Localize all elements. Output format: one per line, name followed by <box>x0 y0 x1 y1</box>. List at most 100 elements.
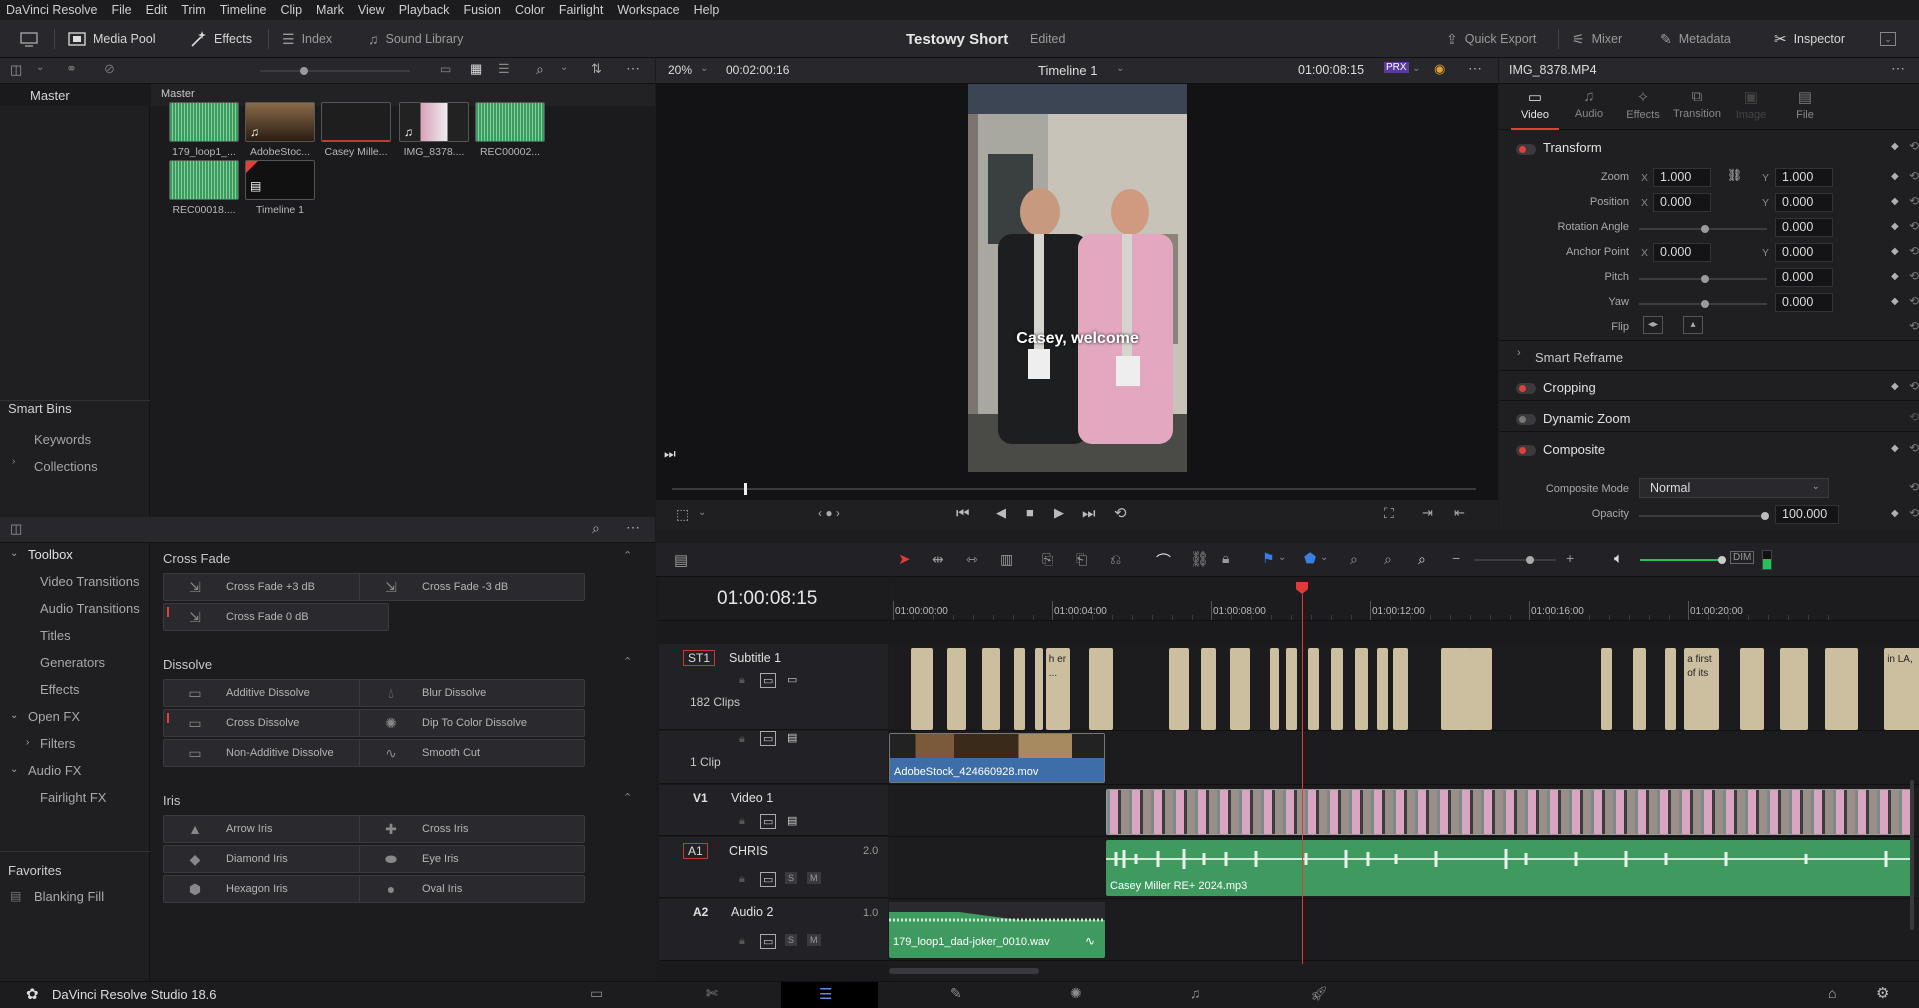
reset-icon[interactable]: ⟲ <box>1909 269 1919 283</box>
composite-header[interactable]: Composite <box>1543 442 1605 457</box>
lock-icon[interactable]: 🔒︎ <box>739 873 745 886</box>
keyframe-icon[interactable]: ◆ <box>1891 296 1899 307</box>
position-x-input[interactable]: 0.000 <box>1653 193 1711 212</box>
chevron-right-icon[interactable]: › <box>1517 347 1521 359</box>
reset-icon[interactable]: ⟲ <box>1909 379 1919 393</box>
workspace-toggle-icon[interactable] <box>20 20 38 58</box>
yaw-slider[interactable] <box>1639 300 1767 308</box>
subtitle-clip[interactable] <box>911 648 934 730</box>
lock-icon[interactable]: 🔒︎ <box>739 935 745 948</box>
toolbox-item-audio-fx[interactable]: Audio FX <box>28 763 81 778</box>
chevron-down-icon[interactable]: ⌄ <box>36 62 44 73</box>
thumbnail-size-slider[interactable] <box>260 67 410 75</box>
reset-icon[interactable]: ⟲ <box>1909 319 1919 333</box>
subtitle-clip[interactable] <box>1169 648 1189 730</box>
tab-audio[interactable]: ♫ Audio <box>1561 88 1617 120</box>
dim-button[interactable]: DIM <box>1730 551 1755 564</box>
more-options-icon[interactable]: ⋯ <box>1891 60 1905 77</box>
pitch-slider[interactable] <box>1639 275 1767 283</box>
subtitle-clip[interactable] <box>981 648 1001 730</box>
solo-button[interactable]: S <box>785 934 798 946</box>
zoom-detail-icon[interactable]: ⌕ <box>1384 551 1392 568</box>
track-name-v1[interactable]: Video 1 <box>731 791 773 805</box>
menu-item-clip[interactable]: Clip <box>281 3 303 17</box>
zoom-full-icon[interactable]: ⌕ <box>1350 551 1358 568</box>
zoom-x-input[interactable]: 1.000 <box>1653 168 1711 187</box>
subtitle-clip[interactable] <box>1201 648 1217 730</box>
keyframe-icon[interactable]: ◆ <box>1891 508 1899 519</box>
keyframe-icon[interactable]: ◆ <box>1891 221 1899 232</box>
menu-item-timeline[interactable]: Timeline <box>220 3 267 17</box>
caption-icon[interactable]: ▭ <box>787 673 797 686</box>
media-page-icon[interactable]: ▭ <box>590 985 603 1002</box>
toolbox-item-titles[interactable]: Titles <box>40 628 71 643</box>
blade-tool-icon[interactable]: ▥ <box>1000 551 1013 568</box>
keyframe-icon[interactable]: ◆ <box>1891 443 1899 454</box>
track-enable-icon[interactable]: ▭ <box>760 673 777 688</box>
subtitle-clip[interactable] <box>1780 648 1808 730</box>
subtitle-clip[interactable] <box>1665 648 1676 730</box>
effect-item[interactable]: ▭ Additive Dissolve <box>163 679 389 707</box>
subtitle-clip[interactable] <box>1633 648 1647 730</box>
menu-item-davinci-resolve[interactable]: DaVinci Resolve <box>6 3 97 17</box>
mark-in-icon[interactable]: ⇥ <box>1422 505 1433 521</box>
reset-icon[interactable]: ⟲ <box>1909 244 1919 258</box>
selection-tool-icon[interactable]: ➤ <box>898 550 911 568</box>
subtitle-clip[interactable] <box>1308 648 1320 730</box>
inspector-button[interactable]: ✂ Inspector <box>1774 20 1845 58</box>
reset-icon[interactable]: ⟲ <box>1909 441 1919 455</box>
chevron-right-icon[interactable]: › <box>12 456 15 467</box>
reset-icon[interactable]: ⟲ <box>1909 480 1919 494</box>
viewer-timeline-name[interactable]: Timeline 1 <box>1038 63 1097 78</box>
chevron-down-icon[interactable]: ⌄ <box>1320 552 1328 563</box>
effect-item[interactable]: ◆ Diamond Iris <box>163 845 389 873</box>
loop-icon[interactable]: ⟲ <box>1114 504 1127 522</box>
panel-toggle-icon[interactable]: ◫ <box>10 521 22 537</box>
effect-item[interactable]: ⬬ Eye Iris <box>359 845 585 873</box>
video-clip-img8378[interactable] <box>1106 789 1914 835</box>
subtitle-clip[interactable] <box>1285 648 1297 730</box>
effect-item[interactable]: ⇲ Cross Fade -3 dB <box>359 573 585 601</box>
subtitle-clip[interactable]: a first of its <box>1684 648 1720 730</box>
media-pool-clip[interactable]: ♫ IMG_8378.... <box>399 102 469 158</box>
effect-item[interactable]: ✺ Dip To Color Dissolve <box>359 709 585 737</box>
media-pool-clip[interactable]: REC00002... <box>475 102 545 158</box>
panel-toggle-icon[interactable]: ◫ <box>10 62 22 78</box>
menu-item-view[interactable]: View <box>358 3 385 17</box>
zoom-custom-icon[interactable]: ⌕ <box>1418 551 1426 568</box>
pitch-input[interactable]: 0.000 <box>1775 268 1833 287</box>
subtitle-clip[interactable] <box>1013 648 1025 730</box>
anchor-x-input[interactable]: 0.000 <box>1653 243 1711 262</box>
effect-category-cross-fade[interactable]: Cross Fade <box>163 551 230 566</box>
track-enable-icon[interactable]: ▭ <box>760 934 777 949</box>
toolbox-item-filters[interactable]: Filters <box>40 736 75 751</box>
menu-item-mark[interactable]: Mark <box>316 3 344 17</box>
next-frame-icon[interactable]: ⏭ <box>664 446 676 462</box>
track-id-a1[interactable]: A1 <box>683 843 708 859</box>
effect-item[interactable]: 💧︎ Blur Dissolve <box>359 679 585 707</box>
fusion-page-icon[interactable]: ✎ <box>950 985 962 1002</box>
chevron-down-icon[interactable]: ⌄ <box>1116 63 1124 74</box>
menu-item-workspace[interactable]: Workspace <box>617 3 679 17</box>
effect-category-iris[interactable]: Iris <box>163 793 180 808</box>
subtitle-clip[interactable] <box>1740 648 1765 730</box>
chevron-down-icon[interactable]: ⌄ <box>10 764 18 775</box>
zoom-in-icon[interactable]: + <box>1566 550 1574 566</box>
rotation-slider[interactable] <box>1639 225 1767 233</box>
chevron-up-icon[interactable]: ⌃ <box>623 549 632 562</box>
composite-enable-toggle[interactable] <box>1516 445 1536 456</box>
dynamic-zoom-enable-toggle[interactable] <box>1516 414 1536 425</box>
smart-bin-keywords[interactable]: Keywords <box>34 432 91 447</box>
media-pool-clip[interactable]: 179_loop1_... <box>169 102 239 158</box>
media-pool-clip[interactable]: ♫ AdobeStoc... <box>245 102 315 158</box>
effect-item[interactable]: ▲ Arrow Iris <box>163 815 389 843</box>
go-to-start-icon[interactable]: ⏮ <box>956 505 970 522</box>
effect-item[interactable]: ⇲ Cross Fade +3 dB <box>163 573 389 601</box>
subtitle-clip[interactable] <box>1269 648 1279 730</box>
effect-item[interactable]: ● Oval Iris <box>359 875 585 903</box>
list-view-icon[interactable]: ☰ <box>498 61 510 77</box>
audio-clip-casey[interactable]: Casey Miller RE+ 2024.mp3 <box>1106 840 1914 896</box>
overwrite-clip-icon[interactable]: ⎗ <box>1076 551 1087 568</box>
favorite-blanking-fill[interactable]: Blanking Fill <box>34 889 104 904</box>
media-pool-clip[interactable]: REC00018.... <box>169 160 239 216</box>
